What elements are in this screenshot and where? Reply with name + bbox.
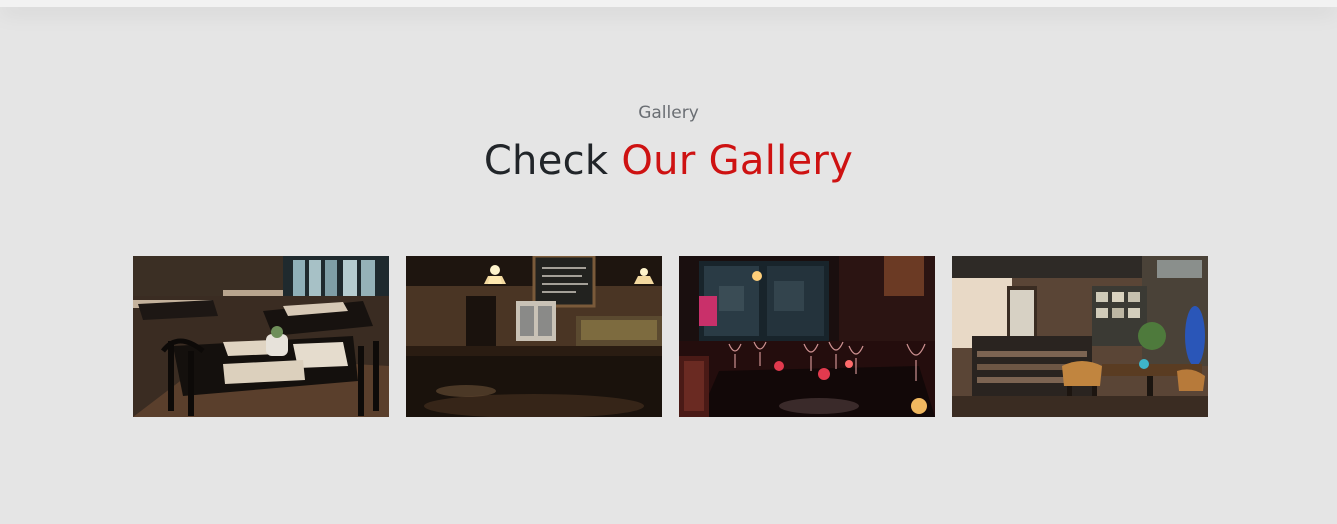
title-prefix: Check (483, 138, 609, 184)
gallery-image-bar-interior[interactable] (406, 256, 662, 417)
gallery-image-cafe-interior[interactable] (952, 256, 1208, 417)
cafe-interior-image (952, 256, 1208, 417)
gallery-grid (133, 256, 1208, 417)
gallery-image-restaurant-tables[interactable] (133, 256, 389, 417)
top-navbar (0, 0, 1337, 7)
bar-interior-image (406, 256, 662, 417)
wine-glasses-table-image (679, 256, 935, 417)
gallery-image-wine-glasses[interactable] (679, 256, 935, 417)
title-accent: Our Gallery (621, 138, 854, 184)
restaurant-tables-image (133, 256, 389, 417)
section-label: Gallery (638, 103, 699, 123)
section-title: Check Our Gallery (0, 138, 1337, 184)
